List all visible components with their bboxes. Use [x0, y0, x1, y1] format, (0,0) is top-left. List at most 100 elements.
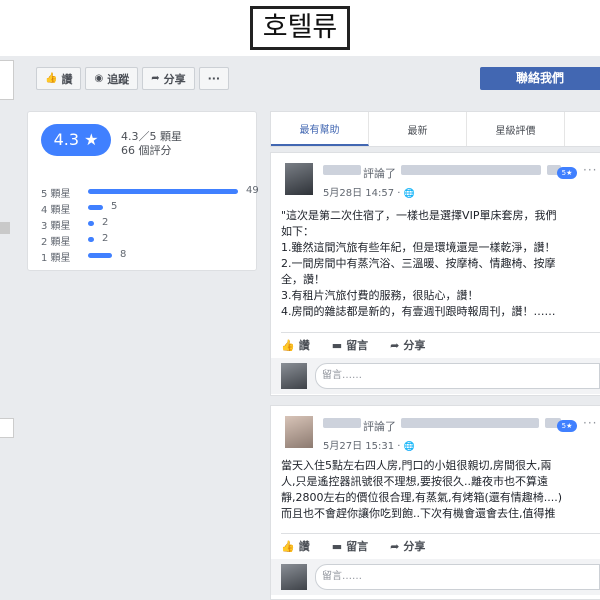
like-post-button[interactable]: 👍 讚	[281, 337, 310, 353]
review-line: 3.有租片汽旅付費的服務，很貼心，讚！	[281, 289, 479, 302]
review-line: 4.房間的雜誌都是新的，有壹週刊跟時報周刊，讚！……	[281, 305, 556, 318]
rating-row-count: 2	[102, 233, 109, 244]
review-post: 評論了 5★ ··· 5月27日 15:31 · 🌐 當天入住5點左右四人房,門…	[270, 405, 600, 600]
like-post-button[interactable]: 👍 讚	[281, 538, 310, 554]
share-page-button[interactable]: ➦ 分享	[142, 67, 195, 90]
rating-summary-card: 4.3 ★ 4.3／5 顆星 66 個評分 5 顆星 49 4 顆星 5 3 顆星 2 2 …	[27, 111, 259, 271]
share-label: 分享	[163, 72, 186, 86]
rating-row-bar	[88, 237, 94, 242]
share-arrow-icon: ➦	[390, 339, 400, 352]
comment-label: 留言	[346, 339, 369, 352]
left-panel-edge-lower	[0, 418, 14, 438]
rating-row-count: 8	[120, 249, 127, 260]
like-label: 讚	[61, 72, 73, 86]
more-label: ···	[207, 72, 221, 85]
rating-row-label: 3 顆星	[41, 221, 71, 232]
rating-distribution: 5 顆星 49 4 顆星 5 3 顆星 2 2 顆星 2 1 顆星 8	[41, 184, 259, 264]
review-text: "這次是第二次住宿了，一樣也是選擇VIP單床套房，我們 如下： 1.雖然這間汽旅…	[281, 208, 556, 320]
review-text: 當天入住5點左右四人房,門口的小姐很親切,房間很大,兩 人,只是遙控器訊號很不理…	[281, 458, 562, 522]
post-date: 5月27日 15:31 ·	[323, 441, 401, 452]
comment-label: 留言	[346, 540, 369, 553]
rating-row: 5 顆星 49	[41, 184, 259, 200]
follow-label: 追蹤	[107, 72, 130, 86]
comment-bubble-icon: ▬	[331, 339, 343, 352]
rating-row-label: 1 顆星	[41, 253, 71, 264]
share-post-button[interactable]: ➦ 分享	[390, 538, 425, 554]
rss-icon: ◉	[94, 73, 104, 84]
review-line: 全，讚！	[281, 273, 325, 286]
reviewer-name-blurred[interactable]	[323, 418, 361, 428]
share-arrow-icon: ➦	[390, 540, 400, 553]
tab-most-helpful[interactable]: 最有幫助	[271, 112, 369, 146]
comment-button[interactable]: ▬ 留言	[332, 538, 368, 554]
like-page-button[interactable]: 👍 讚	[36, 67, 82, 90]
rating-row-label: 2 顆星	[41, 237, 71, 248]
review-line: 而且也不會趕你讓你吃到飽..下次有機會還會去住,值得推	[281, 507, 556, 520]
comment-composer: 留言……	[271, 358, 600, 394]
reviewer-avatar[interactable]	[285, 416, 313, 448]
follow-button[interactable]: ◉ 追蹤	[85, 67, 139, 90]
reviewer-avatar[interactable]	[285, 163, 313, 195]
post-divider	[281, 533, 600, 534]
review-line: 1.雖然這間汽旅有些年紀，但是環境還是一樣乾淨，讚！	[281, 241, 556, 254]
post-actions: 👍 讚 ▬ 留言 ➦ 分享	[281, 337, 425, 353]
contact-us-button[interactable]: 聯絡我們	[480, 67, 600, 90]
rating-row-bar	[88, 221, 94, 226]
post-timestamp[interactable]: 5月27日 15:31 · 🌐	[323, 437, 415, 452]
rating-row-label: 5 顆星	[41, 189, 71, 200]
post-more-icon[interactable]: ···	[583, 416, 597, 430]
post-timestamp[interactable]: 5月28日 14:57 · 🌐	[323, 184, 415, 199]
reviewed-page-blurred[interactable]	[401, 418, 539, 428]
review-line: 當天入住5點左右四人房,門口的小姐很親切,房間很大,兩	[281, 459, 552, 472]
page-action-bar: 👍 讚 ◉ 追蹤 ➦ 分享 ···	[36, 67, 230, 90]
rating-row-bar	[88, 253, 112, 258]
rating-count: 66 個評分	[121, 144, 172, 157]
left-blurred-item	[0, 222, 10, 234]
review-line: 如下：	[281, 225, 314, 238]
globe-icon: 🌐	[403, 442, 415, 452]
tab-star-rating[interactable]: 星級評價	[467, 112, 565, 146]
reviewed-label: 評論了	[363, 167, 396, 180]
share-label: 分享	[403, 339, 426, 352]
reviewer-name-blurred[interactable]	[323, 165, 361, 175]
review-line: 2.一間房間中有蒸汽浴、三溫暖、按摩椅、情趣椅、按摩	[281, 257, 556, 270]
rating-row-count: 2	[102, 217, 109, 228]
rating-row-label: 4 顆星	[41, 205, 71, 216]
globe-icon: 🌐	[403, 189, 415, 199]
rating-row: 1 顆星 8	[41, 248, 251, 264]
comment-bubble-icon: ▬	[331, 540, 343, 553]
reviewed-label: 評論了	[363, 420, 396, 433]
reviewed-page-blurred[interactable]	[401, 165, 541, 175]
rating-row-bar	[88, 189, 238, 194]
post-more-icon[interactable]: ···	[583, 163, 597, 177]
post-actions: 👍 讚 ▬ 留言 ➦ 分享	[281, 538, 425, 554]
thumbs-up-icon: 👍	[45, 73, 58, 84]
commenter-avatar	[281, 564, 307, 590]
comment-input[interactable]: 留言……	[315, 564, 600, 590]
rating-row: 3 顆星 2	[41, 216, 251, 232]
like-label: 讚	[298, 339, 310, 352]
comment-input[interactable]: 留言……	[315, 363, 600, 389]
rating-row-count: 5	[111, 201, 118, 212]
post-date: 5月28日 14:57 ·	[323, 188, 401, 199]
rating-score-pill: 4.3 ★	[41, 124, 111, 156]
rating-row-bar	[88, 205, 103, 210]
rating-row: 2 顆星 2	[41, 232, 251, 248]
star-rating-badge: 5★	[557, 167, 577, 179]
rating-row: 4 顆星 5	[41, 200, 251, 216]
share-label: 分享	[403, 540, 426, 553]
review-tabs: 最有幫助 最新 星級評價	[270, 111, 600, 147]
star-rating-badge: 5★	[557, 420, 577, 432]
page-title: 호텔류	[250, 6, 350, 50]
more-options-button[interactable]: ···	[198, 67, 230, 90]
comment-button[interactable]: ▬ 留言	[332, 337, 368, 353]
comment-composer: 留言……	[271, 559, 600, 595]
rating-row-count: 49	[246, 185, 259, 196]
like-label: 讚	[298, 540, 310, 553]
commenter-avatar	[281, 363, 307, 389]
tab-newest[interactable]: 最新	[369, 112, 467, 146]
post-divider	[281, 332, 600, 333]
share-post-button[interactable]: ➦ 分享	[390, 337, 425, 353]
review-line: "這次是第二次住宿了，一樣也是選擇VIP單床套房，我們	[281, 209, 557, 222]
share-arrow-icon: ➦	[151, 73, 160, 84]
